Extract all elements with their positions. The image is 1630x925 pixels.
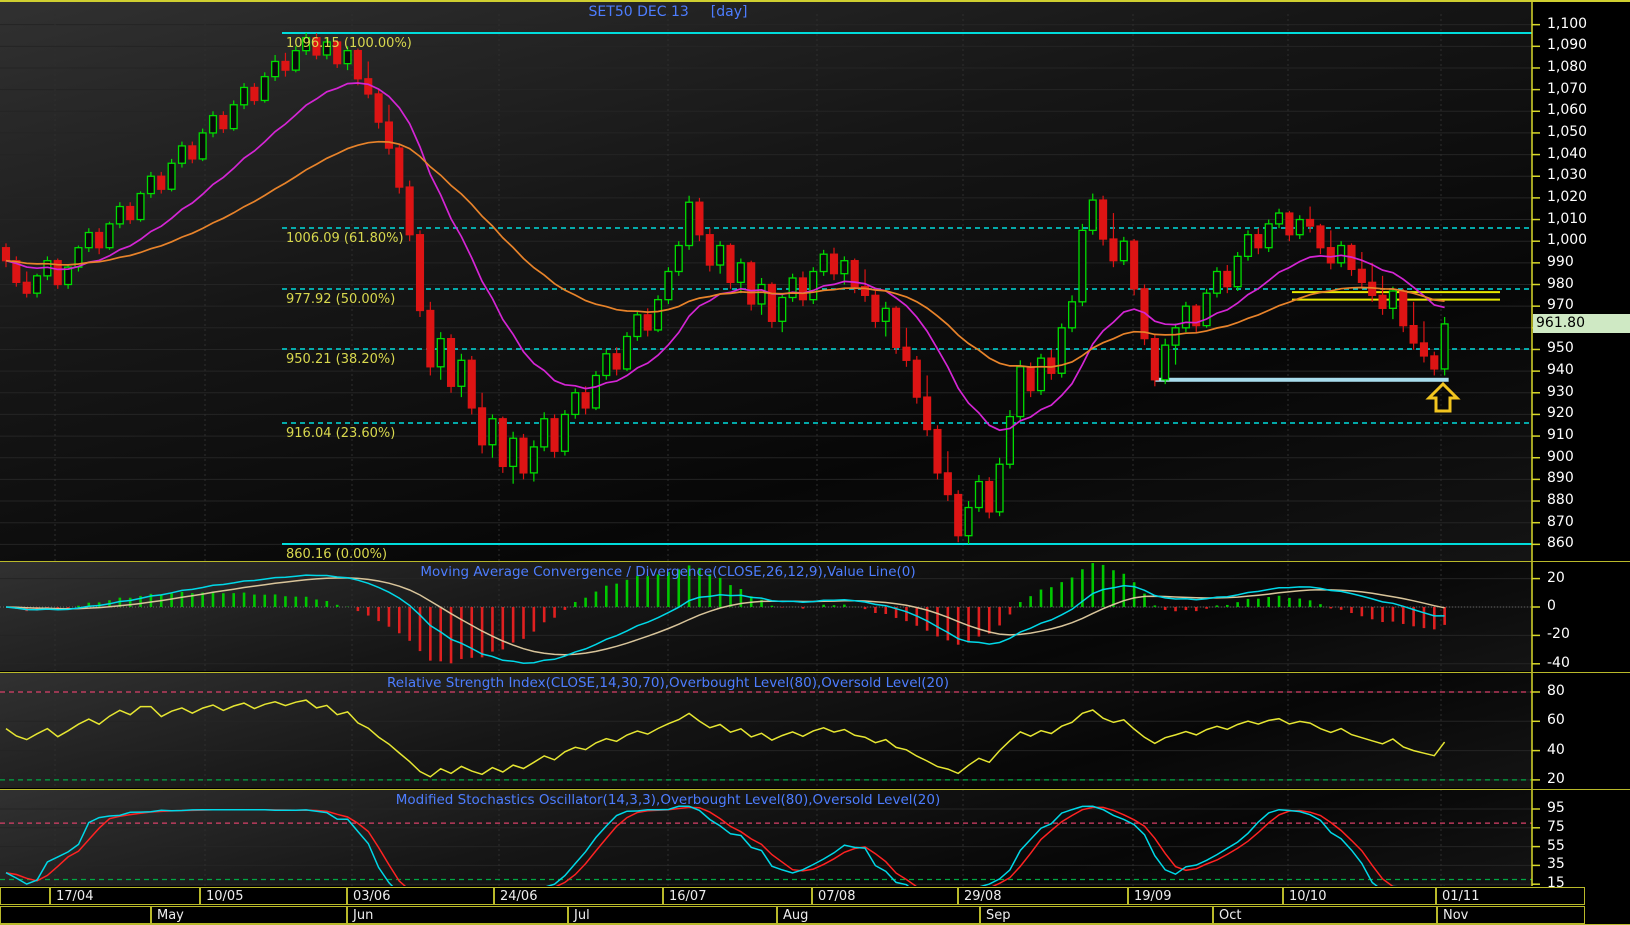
macd-axis-tick: 20: [1547, 569, 1565, 586]
price-axis-tick: 1,070: [1547, 80, 1588, 97]
separator: [0, 672, 1630, 673]
rsi-axis-tick: 20: [1547, 770, 1565, 787]
date-axis-cell: 24/06: [494, 887, 663, 905]
price-axis-tick: 1,040: [1547, 145, 1588, 162]
date-axis-cell: [0, 887, 50, 905]
stoch-axis-tick: 95: [1547, 800, 1565, 816]
chart-canvas[interactable]: [0, 0, 1630, 925]
separator: [0, 561, 1630, 562]
month-axis-cell: Jul: [568, 906, 777, 924]
date-axis-cell: 29/08: [958, 887, 1128, 905]
rsi-axis-tick: 40: [1547, 741, 1565, 758]
fib-level-label: 1096.15 (100.00%): [286, 36, 412, 51]
fib-level-label: 977.92 (50.00%): [286, 292, 396, 307]
month-axis-cell: Nov: [1437, 906, 1585, 924]
stoch-panel: [0, 805, 1532, 886]
rsi-panel-title: Relative Strength Index(CLOSE,14,30,70),…: [387, 675, 949, 691]
rsi-axis-tick: 80: [1547, 683, 1565, 699]
price-axis-tick: 930: [1547, 383, 1574, 400]
separator: [0, 789, 1630, 790]
price-axis-tick: 1,080: [1547, 58, 1588, 75]
price-axis-tick: 1,050: [1547, 123, 1588, 140]
stoch-axis-tick: 55: [1547, 837, 1565, 854]
price-axis-tick: 870: [1547, 513, 1574, 530]
gridlines: [0, 14, 1532, 886]
stoch-axis-tick: 35: [1547, 856, 1565, 873]
fib-level-label: 1006.09 (61.80%): [286, 231, 404, 246]
price-axis-tick: 1,020: [1547, 188, 1588, 205]
support-trendline: [1154, 377, 1449, 382]
fib-level-label: 860.16 (0.00%): [286, 547, 388, 562]
date-axis-cell: 07/08: [812, 887, 958, 905]
date-axis-cell: 16/07: [663, 887, 812, 905]
price-axis-tick: 910: [1547, 427, 1574, 444]
macd-axis-tick: -40: [1547, 654, 1570, 671]
macd-axis-tick: -20: [1547, 626, 1570, 643]
chart-title: SET50 DEC 13 [day]: [335, 4, 1001, 20]
price-axis-tick: 1,010: [1547, 210, 1588, 227]
date-axis-cell: 17/04: [50, 887, 200, 905]
price-axis-tick: 1,060: [1547, 102, 1588, 119]
chart-window: SET50 DEC 13 [day] Moving Average Converg…: [0, 0, 1630, 925]
rsi-panel: [0, 691, 1532, 781]
date-axis-cell: 01/11: [1436, 887, 1585, 905]
stoch-axis-tick: 75: [1547, 818, 1565, 835]
price-axis-tick: 900: [1547, 448, 1574, 465]
price-axis-tick: 990: [1547, 253, 1574, 270]
month-axis-cell: Aug: [777, 906, 980, 924]
price-axis-tick: 1,090: [1547, 37, 1588, 54]
price-axis-tick: 1,100: [1547, 15, 1588, 32]
date-axis-cell: 03/06: [347, 887, 494, 905]
symbol-label: SET50 DEC 13: [588, 4, 689, 20]
price-axis-tick: 1,030: [1547, 167, 1588, 184]
top-border: [0, 0, 1630, 2]
month-axis-cell: Jun: [347, 906, 568, 924]
date-axis-cell: 19/09: [1128, 887, 1283, 905]
rsi-axis-tick: 60: [1547, 712, 1565, 729]
price-axis-tick: 1,000: [1547, 232, 1588, 249]
price-axis-tick: 890: [1547, 470, 1574, 487]
date-axis-cell: 10/10: [1283, 887, 1436, 905]
price-axis-tick: 940: [1547, 362, 1574, 379]
price-axis-tick: 860: [1547, 535, 1574, 552]
price-axis-tick: 880: [1547, 492, 1574, 509]
price-axis-tick: 970: [1547, 297, 1574, 314]
date-axis-cell: 10/05: [200, 887, 347, 905]
axis-lines: [1531, 2, 1540, 886]
price-axis-tick: 920: [1547, 405, 1574, 422]
macd-panel-title: Moving Average Convergence / Divergence(…: [420, 564, 916, 580]
month-axis-cell: Oct: [1213, 906, 1437, 924]
fib-level-label: 916.04 (23.60%): [286, 426, 396, 441]
up-arrow-annotation: [1425, 381, 1461, 413]
last-price-tag: 961.80: [1533, 314, 1630, 334]
stoch-panel-title: Modified Stochastics Oscillator(14,3,3),…: [395, 792, 941, 808]
month-axis-cell: May: [151, 906, 347, 924]
macd-axis-tick: 0: [1547, 598, 1556, 614]
month-axis-cell: Sep: [980, 906, 1213, 924]
timeframe-label: [day]: [710, 4, 748, 20]
fib-level-label: 950.21 (38.20%): [286, 352, 396, 367]
month-axis-cell: [0, 906, 151, 924]
price-axis-tick: 980: [1547, 275, 1574, 292]
price-axis-tick: 950: [1547, 340, 1574, 357]
